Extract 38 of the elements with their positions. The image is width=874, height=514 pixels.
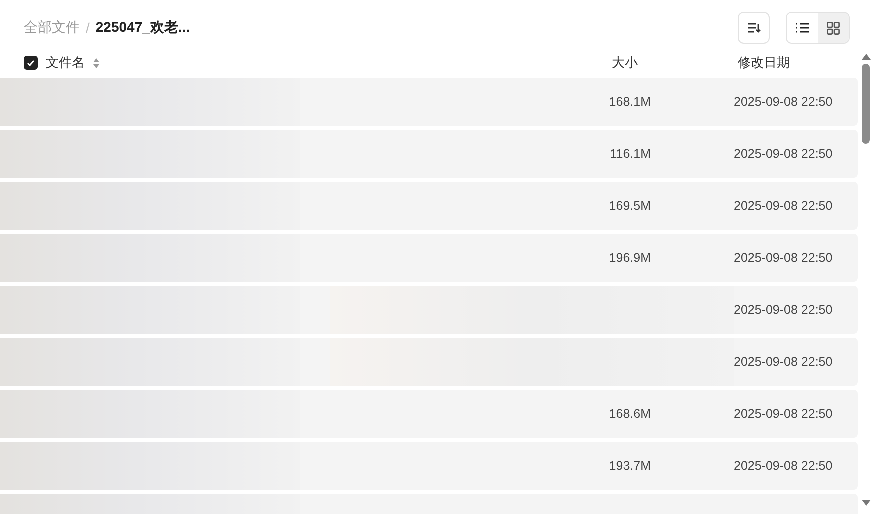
- date-cell-text: 2025-09-08 22:50: [734, 199, 834, 214]
- date-cell-text: 2025-09-08 22:50: [734, 251, 834, 266]
- scroll-up-icon[interactable]: [862, 54, 870, 60]
- file-row[interactable]: 116.1M 2025-09-08 22:50: [0, 130, 858, 178]
- checkmark-icon: [27, 60, 35, 67]
- file-row[interactable]: 168.6M 2025-09-08 22:50: [0, 390, 858, 438]
- grid-view-button[interactable]: [818, 13, 849, 43]
- scroll-down-icon[interactable]: [862, 500, 870, 506]
- date-cell-text: 2025-09-08 22:50: [734, 147, 834, 162]
- select-all-checkbox[interactable]: [24, 56, 38, 70]
- list-icon: [796, 23, 809, 33]
- file-row[interactable]: 168.1M 2025-09-08 22:50: [0, 78, 858, 126]
- column-header[interactable]: 文件名: [46, 54, 85, 72]
- file-row[interactable]: 196.9M 2025-09-08 22:50: [0, 234, 858, 282]
- scrollbar-thumb[interactable]: [862, 64, 870, 144]
- date-cell-text: 2025-09-08 22:50: [734, 407, 834, 422]
- column-header: 修改日期: [737, 54, 791, 72]
- date-cell-text: 2025-09-08 22:50: [734, 303, 834, 318]
- column-header: 大小: [611, 54, 639, 72]
- size-cell-text: 169.5M: [608, 199, 651, 214]
- breadcrumb-item: 225047_欢老...: [96, 19, 190, 37]
- size-cell-text: 168.1M: [608, 95, 651, 110]
- date-cell-text: 2025-09-08 22:50: [734, 459, 834, 474]
- file-row[interactable]: 193.7M 2025-09-08 22:50: [0, 442, 858, 490]
- file-row[interactable]: 169.5M 2025-09-08 22:50: [0, 182, 858, 230]
- grid-icon: [827, 22, 840, 34]
- file-row[interactable]: 2025-09-08 22:50: [0, 286, 858, 334]
- size-cell-text: 168.6M: [608, 407, 651, 422]
- size-cell-text: 116.1M: [609, 147, 651, 162]
- file-row[interactable]: 2025-09-08 22:50: [0, 338, 858, 386]
- date-cell-text: 2025-09-08 22:50: [734, 95, 834, 110]
- date-cell-text: 2025-09-08 22:50: [734, 355, 834, 370]
- sort-button[interactable]: [738, 12, 770, 44]
- breadcrumb-separator: /: [86, 20, 90, 36]
- size-cell-text: 196.9M: [608, 251, 651, 266]
- size-cell-text: 193.7M: [608, 459, 651, 474]
- sort-arrows-icon[interactable]: [93, 58, 100, 69]
- sort-icon: [747, 22, 761, 34]
